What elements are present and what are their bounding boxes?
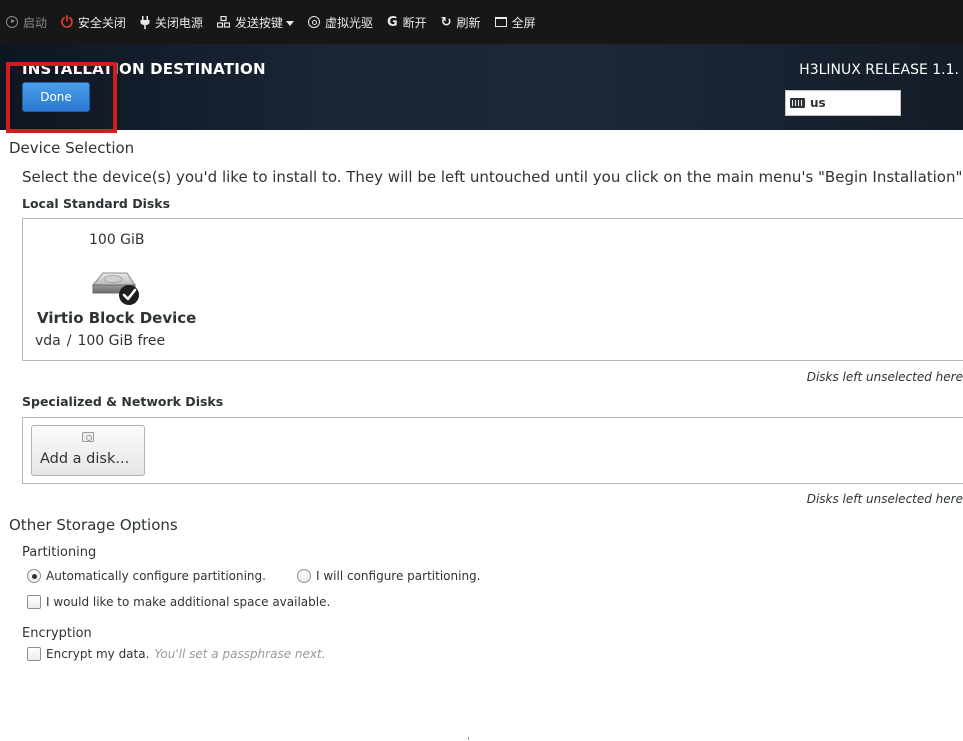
spoke-header: INSTALLATION DESTINATION Done H3LINUX RE…: [0, 44, 963, 130]
disconnect-button[interactable]: G 断开: [387, 14, 427, 31]
send-keys-dropdown[interactable]: 发送按键: [216, 14, 294, 31]
manual-partitioning-label: I will configure partitioning.: [316, 569, 481, 583]
encrypt-hint: You'll set a passphrase next.: [154, 647, 326, 661]
chevron-down-icon: [285, 20, 294, 26]
disconnect-icon: G: [386, 14, 398, 30]
power-off-button[interactable]: 关闭电源: [140, 14, 203, 31]
refresh-button[interactable]: ↻ 刷新: [441, 14, 481, 31]
manual-partitioning-radio[interactable]: I will configure partitioning.: [297, 569, 480, 583]
device-selection-intro: Select the device(s) you'd like to insta…: [22, 168, 963, 186]
disk-free-info: vda / 100 GiB free: [35, 333, 165, 349]
special-disks-label: Specialized & Network Disks: [22, 394, 224, 409]
special-disks-panel: Add a disk...: [22, 417, 963, 484]
auto-partitioning-radio[interactable]: Automatically configure partitioning.: [27, 569, 266, 583]
checkbox-unchecked-icon: [27, 595, 41, 609]
console-toolbar: 启动 ⏻ 安全关闭 关闭电源 发送按键 虚拟光驱 G 断开 ↻ 刷新 全屏: [0, 0, 963, 44]
refresh-label: 刷新: [456, 15, 481, 30]
refresh-icon: ↻: [440, 14, 452, 30]
disk-tile-vda[interactable]: 100 GiB Virtio Block Device vda / 100 Gi…: [31, 227, 201, 355]
start-button[interactable]: 启动: [6, 14, 47, 31]
virtual-cdrom-button[interactable]: 虚拟光驱: [307, 14, 373, 31]
send-keys-label: 发送按键: [234, 15, 283, 30]
radio-checked-icon: [27, 569, 41, 583]
device-selection-title: Device Selection: [9, 139, 135, 157]
done-button[interactable]: Done: [22, 82, 90, 112]
special-unselected-note: Disks left unselected here: [806, 492, 963, 506]
local-disks-label: Local Standard Disks: [22, 196, 171, 211]
hard-disk-checked-icon: [89, 265, 141, 307]
divider: [468, 737, 469, 740]
additional-space-label: I would like to make additional space av…: [46, 595, 331, 609]
start-label: 启动: [23, 15, 48, 30]
auto-partitioning-label: Automatically configure partitioning.: [46, 569, 266, 583]
safe-shutdown-button[interactable]: ⏻ 安全关闭: [61, 14, 126, 31]
keyboard-layout-label: us: [810, 96, 826, 110]
keyboard-layout-indicator[interactable]: us: [785, 90, 901, 116]
add-disk-icon: [82, 432, 94, 442]
disk-name: Virtio Block Device: [37, 309, 197, 327]
safe-shutdown-label: 安全关闭: [77, 15, 126, 30]
disk-free: 100 GiB free: [77, 333, 166, 349]
other-storage-title: Other Storage Options: [9, 516, 178, 534]
keys-icon: [216, 16, 230, 28]
encrypt-data-label: Encrypt my data.: [46, 647, 150, 661]
power-off-label: 关闭电源: [154, 15, 203, 30]
virtual-cdrom-label: 虚拟光驱: [324, 15, 373, 30]
encryption-label: Encryption: [22, 626, 92, 641]
add-disk-button[interactable]: Add a disk...: [31, 425, 145, 476]
keyboard-icon: [790, 98, 805, 108]
fullscreen-icon: [494, 17, 507, 27]
plug-icon: [140, 15, 150, 29]
disk-size: 100 GiB: [89, 232, 145, 248]
additional-space-checkbox[interactable]: I would like to make additional space av…: [27, 595, 330, 609]
checkbox-unchecked-icon: [27, 647, 41, 661]
disc-icon: [307, 16, 320, 28]
disk-device: vda: [35, 333, 61, 349]
radio-unchecked-icon: [297, 569, 311, 583]
power-icon: ⏻: [61, 12, 73, 31]
installer-window: 启动 ⏻ 安全关闭 关闭电源 发送按键 虚拟光驱 G 断开 ↻ 刷新 全屏 IN…: [0, 0, 963, 741]
release-label: H3LINUX RELEASE 1.1.: [799, 62, 959, 78]
add-disk-label: Add a disk...: [40, 451, 130, 467]
partitioning-label: Partitioning: [22, 545, 97, 560]
fullscreen-label: 全屏: [511, 15, 536, 30]
local-disks-panel: 100 GiB Virtio Block Device vda / 100 Gi…: [22, 218, 963, 361]
local-unselected-note: Disks left unselected here: [806, 370, 963, 384]
fullscreen-button[interactable]: 全屏: [494, 14, 536, 31]
disconnect-label: 断开: [402, 15, 427, 30]
page-title: INSTALLATION DESTINATION: [22, 60, 266, 78]
play-circle-icon: [6, 16, 18, 28]
disk-separator: /: [66, 333, 72, 349]
encrypt-data-checkbox[interactable]: Encrypt my data. You'll set a passphrase…: [27, 647, 326, 661]
